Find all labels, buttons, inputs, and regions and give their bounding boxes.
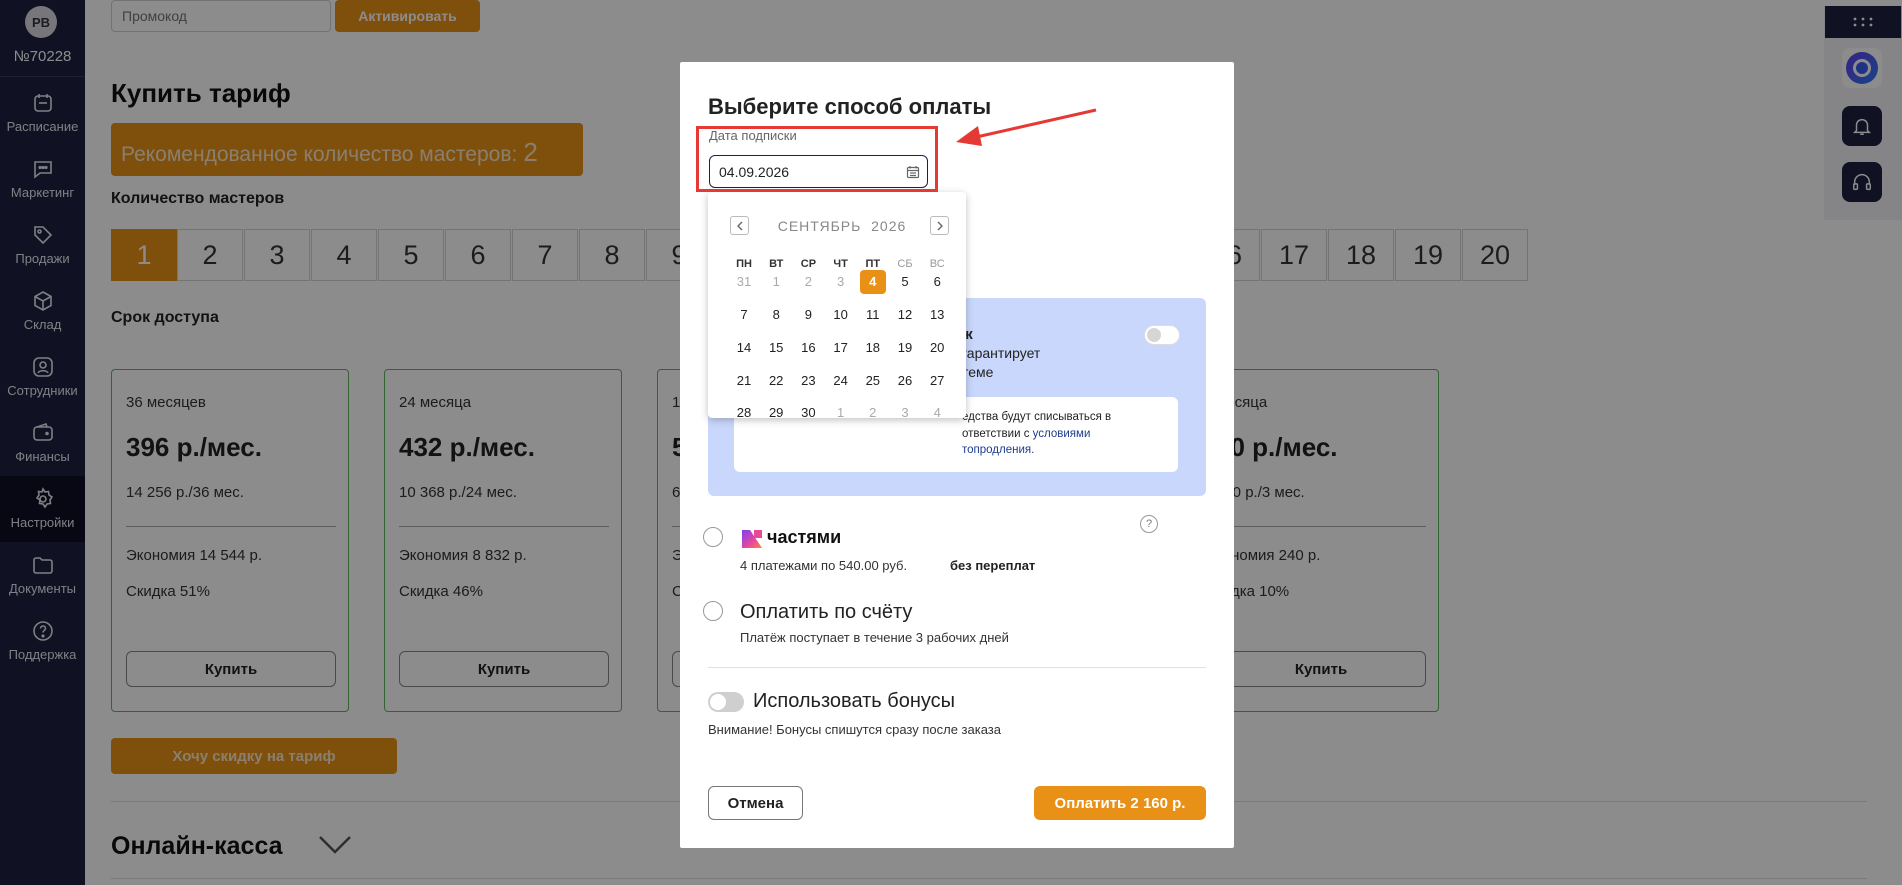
chastyami-radio[interactable] <box>703 527 723 547</box>
cancel-button[interactable]: Отмена <box>708 786 803 820</box>
pay-button[interactable]: Оплатить 2 160 р. <box>1034 786 1206 820</box>
calendar-day[interactable]: 14 <box>730 336 758 360</box>
calendar-day[interactable]: 30 <box>794 401 822 425</box>
weekday-header: ПН <box>736 258 752 270</box>
weekday-header: ВС <box>929 258 945 270</box>
calendar-day[interactable]: 1 <box>827 401 855 425</box>
autopay-desc: гарантирует <box>962 345 1041 361</box>
bonus-toggle[interactable] <box>708 692 744 712</box>
chastyami-no-overpay: без переплат <box>950 558 1036 573</box>
weekday-header: ПТ <box>865 258 881 270</box>
calendar-day[interactable]: 10 <box>827 303 855 327</box>
calendar-month: СЕНТЯБРЬ <box>777 218 862 234</box>
calendar-day[interactable]: 15 <box>762 336 790 360</box>
date-picker-popup: СЕНТЯБРЬ 2026 ПН ВТ СР ЧТ ПТ СБ ВС 31 1 2 3 4 5 6 7 8 9 1… <box>708 192 966 420</box>
autoprolong-terms-link[interactable]: условиями <box>1033 428 1091 440</box>
chastyami-name: частями <box>767 527 842 547</box>
calendar-day[interactable]: 3 <box>891 401 919 425</box>
calendar-day[interactable]: 2 <box>859 401 887 425</box>
toggle-knob <box>1147 328 1161 342</box>
prev-month-button[interactable] <box>730 216 749 235</box>
toggle-knob <box>710 694 726 710</box>
weekday-header: ВТ <box>769 258 784 270</box>
weekday-header: СБ <box>897 258 913 270</box>
chevron-right-icon <box>937 221 943 230</box>
invoice-radio[interactable] <box>703 601 723 621</box>
next-month-button[interactable] <box>930 216 949 235</box>
invoice-desc: Платёж поступает в течение 3 рабочих дне… <box>740 630 1009 645</box>
calendar-day[interactable]: 7 <box>730 303 758 327</box>
bonus-warning: Внимание! Бонусы спишутся сразу после за… <box>708 722 1001 737</box>
calendar-day[interactable]: 11 <box>859 303 887 327</box>
calendar-day[interactable]: 25 <box>859 369 887 393</box>
calendar-day[interactable]: 4 <box>923 401 951 425</box>
chevron-left-icon <box>736 221 742 230</box>
weekday-header: СР <box>800 258 817 270</box>
chastyami-installments: 4 платежами по 540.00 руб. <box>740 558 908 573</box>
calendar-day[interactable]: 19 <box>891 336 919 360</box>
calendar-day[interactable]: 16 <box>794 336 822 360</box>
calendar-day[interactable]: 3 <box>827 270 855 294</box>
calendar-day[interactable]: 1 <box>762 270 790 294</box>
autopay-toggle[interactable] <box>1144 325 1180 345</box>
calendar-year: 2026 <box>871 218 907 234</box>
calendar-day[interactable]: 9 <box>794 303 822 327</box>
calendar-day[interactable]: 29 <box>762 401 790 425</box>
annotation-highlight-box <box>696 126 938 192</box>
calendar-day[interactable]: 22 <box>762 369 790 393</box>
calendar-day[interactable]: 2 <box>794 270 822 294</box>
calendar-day[interactable]: 17 <box>827 336 855 360</box>
calendar-day[interactable]: 6 <box>923 270 951 294</box>
calendar-day[interactable]: 27 <box>923 369 951 393</box>
bonus-title: Использовать бонусы <box>753 690 956 712</box>
calendar-day[interactable]: 26 <box>891 369 919 393</box>
calendar-day[interactable]: 13 <box>923 303 951 327</box>
calendar-day[interactable]: 31 <box>730 270 758 294</box>
autopay-note-text: ответствии с <box>962 428 1033 440</box>
calendar-month-year: СЕНТЯБРЬ 2026 <box>758 218 926 234</box>
calendar-day[interactable]: 21 <box>730 369 758 393</box>
autopay-note: ответствии с условиями <box>962 428 1090 440</box>
payment-method-modal: Выберите способ оплаты Дата подписки 04.… <box>680 62 1234 848</box>
calendar-day[interactable]: 4 <box>859 270 886 294</box>
annotation-arrow-icon <box>956 108 1097 146</box>
calendar-day[interactable]: 20 <box>923 336 951 360</box>
modal-divider <box>708 667 1206 668</box>
weekday-header: ЧТ <box>833 258 848 270</box>
calendar-day[interactable]: 24 <box>827 369 855 393</box>
modal-title: Выберите способ оплаты <box>708 94 992 119</box>
chastyami-logo-icon <box>742 530 762 548</box>
calendar-day[interactable]: 18 <box>859 336 887 360</box>
autopay-desc: теме <box>962 364 994 380</box>
calendar-day[interactable]: 5 <box>891 270 919 294</box>
invoice-title: Оплатить по счёту <box>740 601 913 623</box>
calendar-day[interactable]: 28 <box>730 401 758 425</box>
calendar-day[interactable]: 8 <box>762 303 790 327</box>
calendar-day[interactable]: 23 <box>794 369 822 393</box>
question-icon[interactable]: ? <box>1140 515 1158 533</box>
autoprolong-terms-link[interactable]: топродления. <box>962 444 1034 456</box>
autopay-note: едства будут списываться в <box>962 411 1112 423</box>
calendar-day[interactable]: 12 <box>891 303 919 327</box>
